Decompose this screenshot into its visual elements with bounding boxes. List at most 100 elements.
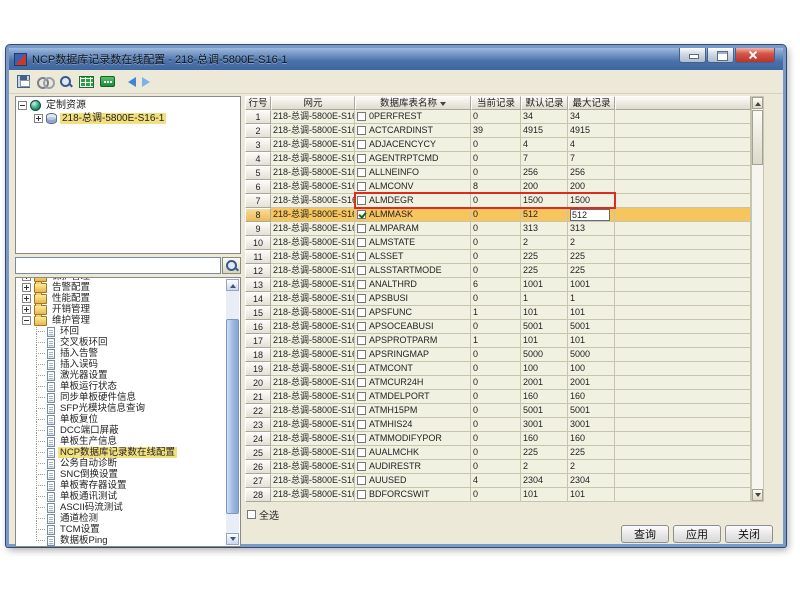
table-row[interactable]: 14218-总调-5800E-S16-1APSBUSI011	[245, 292, 751, 306]
table-row[interactable]: 5218-总调-5800E-S16-1ALLNEINFO0256256	[245, 166, 751, 180]
toolbar-button-message[interactable]	[97, 72, 118, 92]
cell-ne[interactable]: 218-总调-5800E-S16-1	[271, 334, 355, 348]
row-checkbox[interactable]	[357, 308, 366, 317]
table-row[interactable]: 10218-总调-5800E-S16-1ALMSTATE022	[245, 236, 751, 250]
cell-ne[interactable]: 218-总调-5800E-S16-1	[271, 110, 355, 124]
scroll-up-icon[interactable]	[752, 97, 763, 109]
cell-no[interactable]: 15	[245, 306, 271, 320]
cell-ne[interactable]: 218-总调-5800E-S16-1	[271, 306, 355, 320]
table-scrollbar[interactable]	[751, 96, 764, 502]
cell-default[interactable]: 2001	[521, 376, 568, 390]
cell-current[interactable]: 0	[471, 348, 521, 362]
cell-no[interactable]: 20	[245, 376, 271, 390]
cell-default[interactable]: 101	[521, 334, 568, 348]
tree-item-root[interactable]: 定制资源	[16, 97, 240, 111]
row-checkbox[interactable]	[357, 154, 366, 163]
table-row[interactable]: 7218-总调-5800E-S16-1ALMDEGR015001500	[245, 194, 751, 208]
cell-default[interactable]: 1	[521, 292, 568, 306]
cell-current[interactable]: 0	[471, 166, 521, 180]
cell-name[interactable]: ALMMASK	[355, 208, 471, 222]
cell-default[interactable]: 101	[521, 488, 568, 502]
cell-default[interactable]: 34	[521, 110, 568, 124]
cell-current[interactable]: 0	[471, 110, 521, 124]
cell-max[interactable]: 200	[568, 180, 615, 194]
cell-max[interactable]: 512	[568, 208, 615, 222]
cell-no[interactable]: 10	[245, 236, 271, 250]
row-checkbox[interactable]	[357, 252, 366, 261]
cell-max[interactable]: 4	[568, 138, 615, 152]
cell-default[interactable]: 512	[521, 208, 568, 222]
cell-no[interactable]: 28	[245, 488, 271, 502]
cell-ne[interactable]: 218-总调-5800E-S16-1	[271, 236, 355, 250]
cell-name[interactable]: ATMH15PM	[355, 404, 471, 418]
cell-ne[interactable]: 218-总调-5800E-S16-1	[271, 222, 355, 236]
cell-name[interactable]: ACTCARDINST	[355, 124, 471, 138]
cell-max[interactable]: 4915	[568, 124, 615, 138]
toolbar-button-forward[interactable]	[139, 72, 160, 92]
cell-no[interactable]: 12	[245, 264, 271, 278]
cell-default[interactable]: 2	[521, 236, 568, 250]
table-row[interactable]: 25218-总调-5800E-S16-1AUALMCHK0225225	[245, 446, 751, 460]
close-icon[interactable]	[735, 48, 775, 63]
row-checkbox[interactable]	[357, 126, 366, 135]
nav-tree-scrollbar[interactable]	[226, 279, 239, 545]
row-checkbox[interactable]	[357, 182, 366, 191]
table-row[interactable]: 23218-总调-5800E-S16-1ATMHIS24030013001	[245, 418, 751, 432]
cell-max[interactable]: 2001	[568, 376, 615, 390]
cell-name[interactable]: ADJACENCYCY	[355, 138, 471, 152]
cell-name[interactable]: ALSSET	[355, 250, 471, 264]
cell-max[interactable]: 160	[568, 390, 615, 404]
cell-no[interactable]: 11	[245, 250, 271, 264]
cell-name[interactable]: ALMCONV	[355, 180, 471, 194]
cell-current[interactable]: 39	[471, 124, 521, 138]
cell-no[interactable]: 2	[245, 124, 271, 138]
nav-tree-item[interactable]: 开销管理	[16, 304, 240, 315]
cell-name[interactable]: ALMSTATE	[355, 236, 471, 250]
cell-name[interactable]: ANALTHRD	[355, 278, 471, 292]
cell-name[interactable]: ALMDEGR	[355, 194, 471, 208]
cell-default[interactable]: 5000	[521, 348, 568, 362]
table-row[interactable]: 4218-总调-5800E-S16-1AGENTRPTCMD077	[245, 152, 751, 166]
row-checkbox[interactable]	[357, 490, 366, 499]
table-row[interactable]: 18218-总调-5800E-S16-1APSRINGMAP050005000	[245, 348, 751, 362]
cell-ne[interactable]: 218-总调-5800E-S16-1	[271, 376, 355, 390]
toolbar-button-table[interactable]	[76, 72, 97, 92]
cell-max[interactable]: 2304	[568, 474, 615, 488]
row-checkbox[interactable]	[357, 336, 366, 345]
nav-tree-item[interactable]: SFP光模块信息查询	[16, 403, 240, 414]
row-checkbox[interactable]	[357, 266, 366, 275]
nav-tree-item[interactable]: 同步单板硬件信息	[16, 392, 240, 403]
cell-name[interactable]: AUUSED	[355, 474, 471, 488]
cell-no[interactable]: 18	[245, 348, 271, 362]
cell-max[interactable]: 3001	[568, 418, 615, 432]
row-checkbox[interactable]	[357, 462, 366, 471]
scrollbar-thumb[interactable]	[752, 110, 763, 165]
table-row[interactable]: 16218-总调-5800E-S16-1APSOCEABUSI050015001	[245, 320, 751, 334]
cell-no[interactable]: 17	[245, 334, 271, 348]
cell-name[interactable]: ATMMODIFYPOR	[355, 432, 471, 446]
cell-current[interactable]: 8	[471, 180, 521, 194]
table-row[interactable]: 17218-总调-5800E-S16-1APSPROTPARM1101101	[245, 334, 751, 348]
expand-icon[interactable]	[18, 101, 27, 110]
expand-icon[interactable]	[34, 114, 43, 123]
nav-tree-item[interactable]: 公务自动诊断	[16, 458, 240, 469]
table-row[interactable]: 1218-总调-5800E-S16-10PERFREST03434	[245, 110, 751, 124]
cell-ne[interactable]: 218-总调-5800E-S16-1	[271, 264, 355, 278]
cell-no[interactable]: 19	[245, 362, 271, 376]
cell-name[interactable]: AUALMCHK	[355, 446, 471, 460]
cell-current[interactable]: 4	[471, 474, 521, 488]
cell-name[interactable]: APSOCEABUSI	[355, 320, 471, 334]
cell-no[interactable]: 8	[245, 208, 271, 222]
apply-button[interactable]: 应用	[673, 525, 721, 543]
nav-tree-item[interactable]: TCM设置	[16, 524, 240, 535]
nav-tree-item[interactable]: SNC倒换设置	[16, 469, 240, 480]
row-checkbox[interactable]	[357, 448, 366, 457]
nav-tree-item[interactable]: DCC端口屏蔽	[16, 425, 240, 436]
expand-icon[interactable]	[22, 283, 31, 292]
nav-tree-item[interactable]: ASCII码流测试	[16, 502, 240, 513]
cell-name[interactable]: APSPROTPARM	[355, 334, 471, 348]
cell-max[interactable]: 1500	[568, 194, 615, 208]
table-row[interactable]: 3218-总调-5800E-S16-1ADJACENCYCY044	[245, 138, 751, 152]
cell-name[interactable]: 0PERFREST	[355, 110, 471, 124]
nav-tree-item[interactable]: 告警配置	[16, 282, 240, 293]
